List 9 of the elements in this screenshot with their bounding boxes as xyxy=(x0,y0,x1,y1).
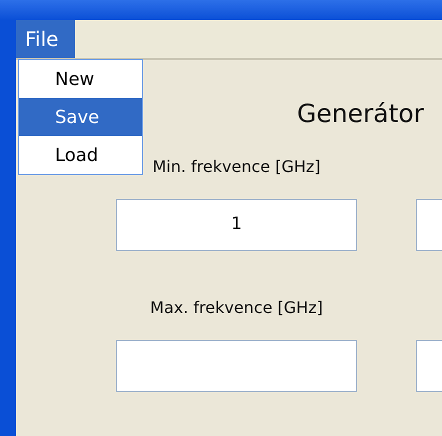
menu-option[interactable]: New xyxy=(19,60,142,98)
menu-option[interactable]: Save xyxy=(19,98,142,136)
field-label: Min. frekvence [GHz] xyxy=(151,156,322,178)
field-label: Max. frekvence [GHz] xyxy=(149,297,324,319)
input-field[interactable]: 1 xyxy=(116,199,357,251)
input-field[interactable] xyxy=(116,340,357,392)
menu-item[interactable]: File xyxy=(16,20,75,58)
menu-option[interactable]: Load xyxy=(19,136,142,174)
form-title: Generátor xyxy=(297,98,424,130)
